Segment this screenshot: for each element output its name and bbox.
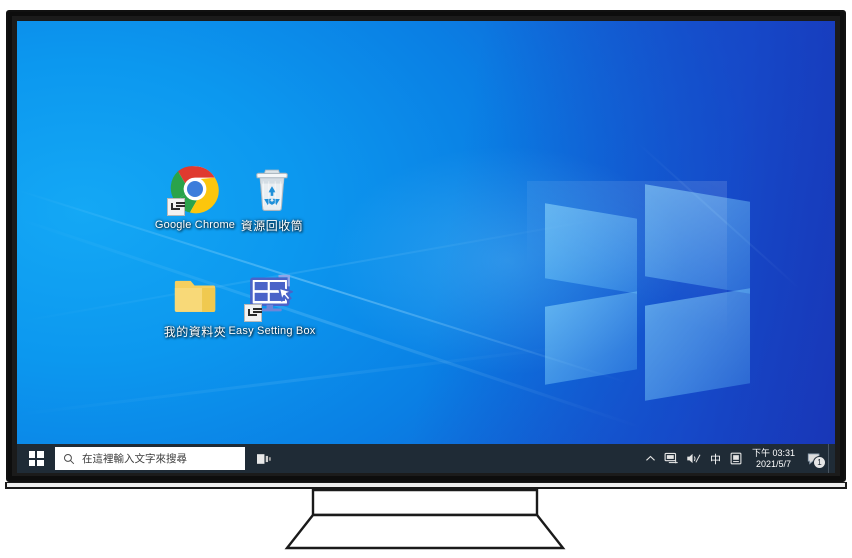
windows-start-icon [28,451,44,466]
notification-badge: 1 [813,456,826,469]
screenshot-root: Google Chrome 資源回收筒 我的資料夾 Easy Setting B… [0,0,852,553]
show-desktop-button[interactable] [828,444,833,473]
task-view-button[interactable] [245,444,283,473]
shortcut-arrow-icon [167,198,185,216]
monitor-stand [0,481,852,553]
desktop-icon-easy-setting-box[interactable]: Easy Setting Box [227,269,317,338]
system-tray: 中 下午 03:31 2021/5/7 1 [641,444,835,473]
recycle-bin-icon [246,163,298,215]
speaker-muted-icon[interactable] [682,444,705,473]
taskbar: 在這裡輸入文字來搜尋 中 下午 03:31 2021/5/7 1 [17,444,835,473]
chevron-up-icon[interactable] [641,444,660,473]
taskbar-clock[interactable]: 下午 03:31 2021/5/7 [746,444,801,473]
network-monitor-icon[interactable] [660,444,682,473]
device-icon[interactable] [726,444,746,473]
desktop-icon-grid: Google Chrome 資源回收筒 我的資料夾 Easy Setting B… [17,21,835,473]
ime-label: 中 [709,453,721,466]
monitor-screen: Google Chrome 資源回收筒 我的資料夾 Easy Setting B… [17,21,835,473]
folder-icon [169,269,221,321]
easy-setting-box-icon [244,269,298,322]
search-input[interactable]: 在這裡輸入文字來搜尋 [55,447,245,470]
task-view-icon [257,453,271,464]
search-icon [64,453,75,464]
desktop-icon-recycle-bin[interactable]: 資源回收筒 [227,163,317,233]
start-button[interactable] [17,444,55,473]
shortcut-arrow-icon [244,304,262,322]
ime-chinese-icon[interactable]: 中 [705,444,726,473]
desktop-icon-label: Easy Setting Box [228,325,316,337]
desktop-icon-label: 資源回收筒 [240,219,304,233]
clock-time: 下午 03:31 [751,447,795,458]
chrome-icon [167,163,221,216]
search-placeholder: 在這裡輸入文字來搜尋 [82,453,187,465]
clock-date: 2021/5/7 [755,458,791,469]
monitor-bezel: Google Chrome 資源回收筒 我的資料夾 Easy Setting B… [6,10,846,482]
action-center-button[interactable]: 1 [801,444,828,473]
